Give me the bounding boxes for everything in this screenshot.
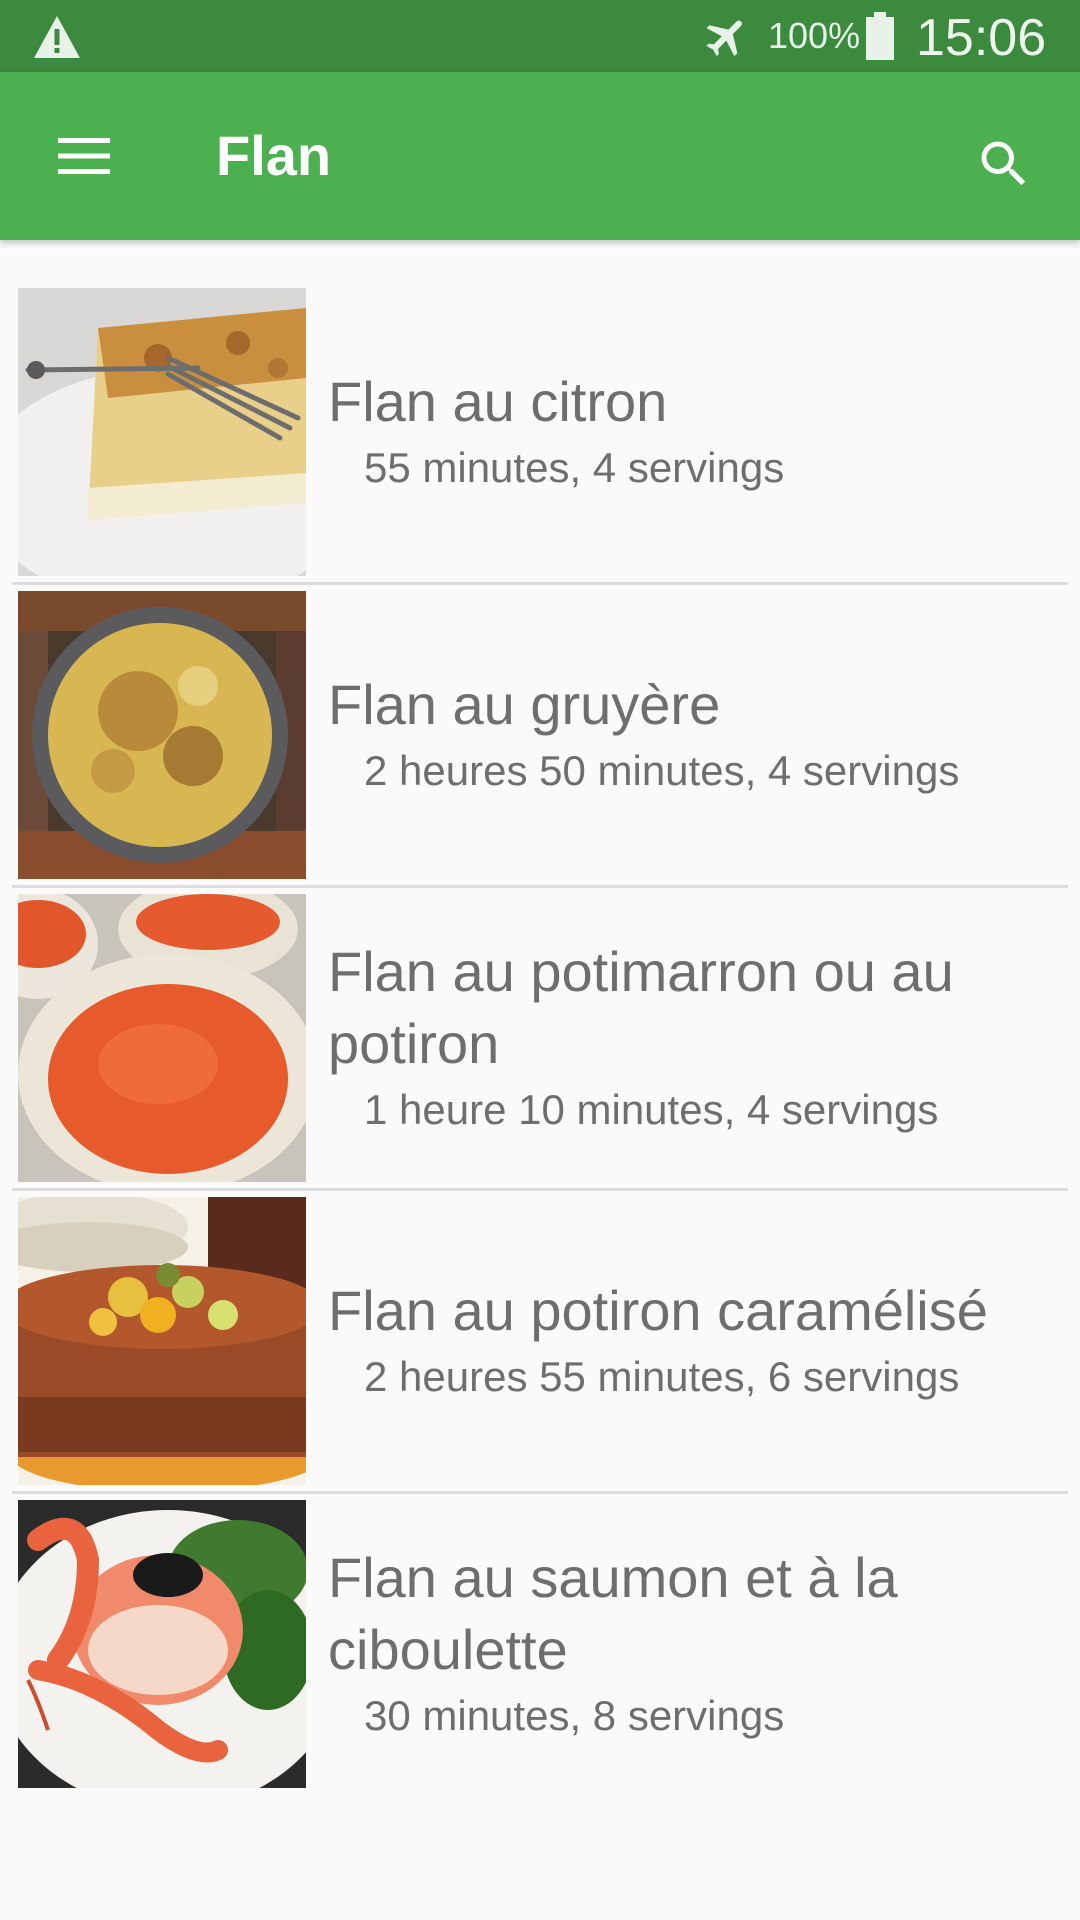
recipe-list: Flan au citron 55 minutes, 4 servings Fl… [0,282,1080,1797]
menu-icon [58,138,110,174]
list-item[interactable]: Flan au potimarron ou au potiron 1 heure… [0,888,1080,1191]
recipe-title: Flan au potimarron ou au potiron [328,940,954,1075]
menu-button[interactable] [40,118,128,194]
recipe-title: Flan au saumon et à la ciboulette [328,1546,898,1681]
battery-icon [866,12,894,60]
list-item[interactable]: Flan au citron 55 minutes, 4 servings [0,282,1080,585]
app-bar: Flan [0,72,1080,240]
page-title: Flan [216,124,332,187]
recipe-thumbnail [18,288,306,576]
list-item[interactable]: Flan au potiron caramélisé 2 heures 55 m… [0,1191,1080,1494]
recipe-thumbnail [18,1197,306,1485]
recipe-title: Flan au citron [328,370,668,433]
recipe-meta: 2 heures 55 minutes, 6 servings [364,1353,960,1400]
airplane-mode-icon [706,20,742,57]
list-item[interactable]: Flan au saumon et à la ciboulette 30 min… [0,1494,1080,1797]
recipe-meta: 55 minutes, 4 servings [364,444,785,491]
warning-icon [34,16,80,58]
recipe-meta: 2 heures 50 minutes, 4 servings [364,747,960,794]
recipe-thumbnail [18,894,306,1182]
battery-percentage: 100% [768,15,861,56]
search-icon [981,141,1026,186]
list-item[interactable]: Flan au gruyère 2 heures 50 minutes, 4 s… [0,585,1080,888]
recipe-title: Flan au potiron caramélisé [328,1279,988,1342]
status-clock: 15:06 [916,9,1047,67]
status-bar: 100% 15:06 [0,0,1080,72]
recipe-meta: 1 heure 10 minutes, 4 servings [364,1086,939,1133]
recipe-thumbnail [18,591,306,879]
recipe-meta: 30 minutes, 8 servings [364,1692,785,1739]
recipe-title: Flan au gruyère [328,673,721,736]
recipe-thumbnail [18,1500,306,1788]
search-button[interactable] [964,124,1044,204]
